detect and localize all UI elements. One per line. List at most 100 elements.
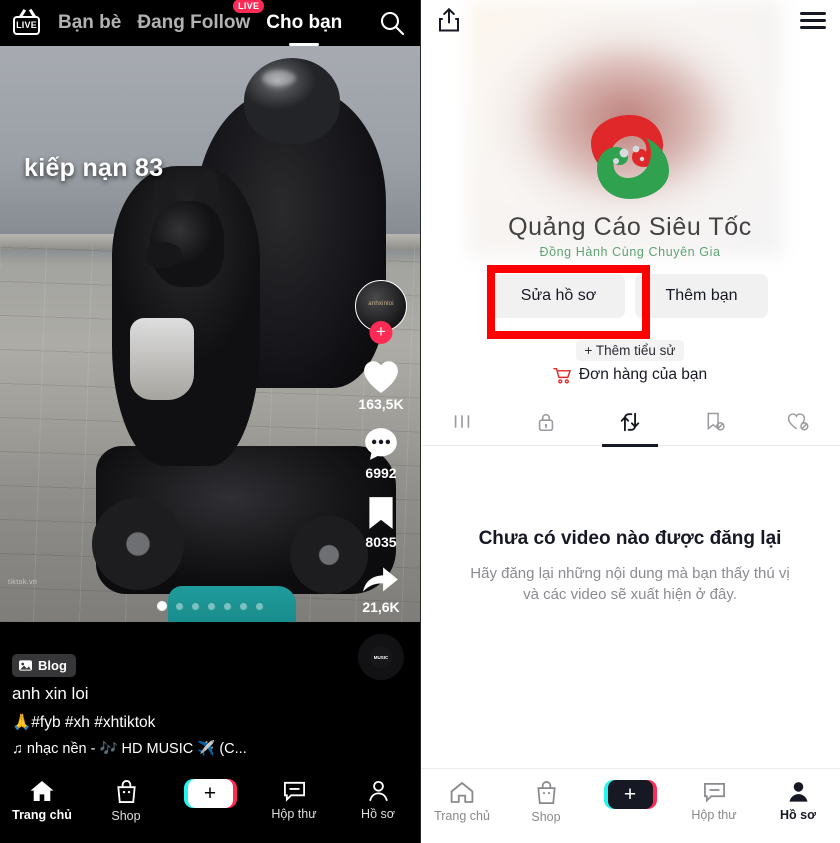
- bottom-nav-right: Trang chủ Shop + Hộp thư Hồ sơ: [420, 768, 840, 843]
- comment-button[interactable]: 6992: [362, 425, 400, 481]
- nav-item-profile-label: Hồ sơ: [780, 808, 816, 822]
- person-icon: [368, 780, 388, 801]
- carousel-dot: [192, 602, 199, 610]
- your-orders-label: Đơn hàng của bạn: [578, 366, 708, 383]
- nav-item-profile-label: Hồ sơ: [361, 807, 395, 821]
- like-count: 163,5K: [358, 396, 404, 412]
- nav-item-shop-label: Shop: [531, 810, 561, 824]
- feed-tab-friends[interactable]: Bạn bè: [58, 12, 121, 34]
- edit-profile-button[interactable]: Sửa hồ sơ: [492, 274, 625, 318]
- tiktok-profile-screen: Quảng Cáo Siêu Tốc Đồng Hành Cùng Chuyên…: [420, 0, 840, 843]
- video-tiny-watermark: tiktok.vn: [8, 579, 38, 586]
- hamburger-menu-icon[interactable]: [800, 12, 826, 29]
- feed-tab-foryou[interactable]: Cho bạn: [266, 12, 342, 34]
- home-icon: [30, 781, 54, 801]
- empty-state-title: Chưa có video nào được đăng lại: [478, 528, 782, 549]
- share-button[interactable]: 21,6K: [361, 563, 401, 615]
- carousel-dot: [176, 602, 183, 610]
- feed-tab-friends-label: Bạn bè: [58, 12, 122, 33]
- nav-item-home[interactable]: Trang chủ: [0, 779, 84, 822]
- tab-private[interactable]: [504, 398, 588, 446]
- feed-tab-list: Bạn bè Đang Follow LIVE Cho bạn: [58, 0, 342, 34]
- profile-action-buttons: Sửa hồ sơ Thêm bạn: [420, 274, 840, 318]
- video-rider-helmet: [244, 58, 340, 144]
- empty-state-subtitle: Hãy đăng lại những nội dung mà bạn thấy …: [470, 565, 790, 604]
- video-caption: Blog anh xin loi 🙏#fyb #xh #xhtiktok ♫ n…: [12, 654, 338, 757]
- video-scooter-front-wheel: [92, 498, 184, 590]
- nav-item-profile[interactable]: Hồ sơ: [756, 780, 840, 822]
- photo-icon: [19, 660, 32, 671]
- video-helmet-highlight: [262, 70, 296, 86]
- like-button[interactable]: 163,5K: [358, 358, 404, 412]
- nav-item-home[interactable]: Trang chủ: [420, 780, 504, 823]
- music-disc-label: MUSIC: [370, 646, 392, 668]
- carousel-dot: [157, 601, 167, 611]
- nav-item-create[interactable]: +: [168, 779, 252, 808]
- avatar-label: anhxinloi: [368, 301, 394, 307]
- carousel-dot: [224, 602, 231, 610]
- nav-item-shop[interactable]: Shop: [504, 780, 588, 824]
- caption-music[interactable]: ♫ nhạc nền - 🎶 HD MUSIC ✈️ (C...: [12, 740, 338, 757]
- panel-divider: [420, 0, 421, 843]
- bookmark-off-icon: [707, 412, 725, 431]
- nav-item-shop[interactable]: Shop: [84, 779, 168, 823]
- live-icon-label: LIVE: [16, 20, 37, 30]
- lock-private-icon: [538, 413, 554, 431]
- screenshot-root: LIVE Bạn bè Đang Follow LIVE Cho bạn kiế…: [0, 0, 840, 843]
- caption-hashtags[interactable]: 🙏#fyb #xh #xhtiktok: [12, 713, 338, 732]
- person-icon: [788, 782, 808, 802]
- bookmark-count: 8035: [365, 534, 397, 550]
- home-icon: [450, 782, 474, 803]
- follow-button[interactable]: +: [369, 321, 393, 344]
- cart-icon: [553, 367, 571, 383]
- bookmark-icon: [369, 497, 393, 529]
- search-icon[interactable]: [378, 9, 406, 37]
- bookmark-button[interactable]: 8035: [364, 494, 398, 550]
- your-orders-row[interactable]: Đơn hàng của bạn: [420, 366, 840, 384]
- tab-favorites[interactable]: [672, 398, 756, 446]
- video-dog-snout: [146, 242, 182, 268]
- add-bio-wrap: + Thêm tiểu sử: [420, 340, 840, 361]
- tab-posts[interactable]: [420, 398, 504, 446]
- bottom-nav-left: Trang chủ Shop + Hộp thư Hồ sơ: [0, 768, 420, 843]
- music-disc-icon[interactable]: MUSIC: [358, 634, 404, 680]
- nav-item-profile[interactable]: Hồ sơ: [336, 779, 420, 821]
- video-plastic-bag: [130, 318, 194, 400]
- create-plus-icon[interactable]: +: [603, 780, 657, 809]
- profile-tabs: [420, 398, 840, 446]
- nav-item-shop-label: Shop: [111, 809, 141, 823]
- shop-bag-icon: [536, 781, 556, 804]
- video-action-rail: anhxinloi + 163,5K 6992 8035 21,6K MUSIC: [350, 280, 412, 680]
- inbox-icon: [703, 782, 725, 803]
- tab-reposts[interactable]: [588, 398, 672, 446]
- nav-item-inbox[interactable]: Hộp thư: [252, 779, 336, 821]
- video-overlay-text: kiếp nạn 83: [24, 154, 164, 182]
- feed-tab-following-label: Đang Follow: [137, 12, 251, 33]
- add-friend-button[interactable]: Thêm bạn: [635, 274, 768, 318]
- feed-tab-following[interactable]: Đang Follow LIVE: [137, 0, 265, 34]
- heart-off-icon: [787, 413, 809, 431]
- live-tv-icon[interactable]: LIVE: [10, 8, 44, 37]
- carousel-dot: [208, 602, 215, 610]
- nav-item-inbox[interactable]: Hộp thư: [672, 780, 756, 822]
- empty-state: Chưa có video nào được đăng lại Hãy đăng…: [420, 528, 840, 606]
- blog-badge-label: Blog: [38, 658, 67, 673]
- blog-badge[interactable]: Blog: [12, 654, 76, 677]
- share-count: 21,6K: [362, 599, 400, 615]
- share-icon[interactable]: [436, 7, 462, 33]
- tiktok-feed-screen: LIVE Bạn bè Đang Follow LIVE Cho bạn kiế…: [0, 0, 420, 843]
- profile-header-bar: [420, 0, 840, 40]
- comment-count: 6992: [365, 465, 397, 481]
- add-bio-button[interactable]: + Thêm tiểu sử: [575, 340, 685, 361]
- tab-liked[interactable]: [756, 398, 840, 446]
- carousel-dot: [256, 602, 263, 610]
- comment-icon: [365, 428, 397, 460]
- nav-item-inbox-label: Hộp thư: [271, 807, 317, 821]
- feed-header: LIVE Bạn bè Đang Follow LIVE Cho bạn: [0, 0, 420, 46]
- heart-icon: [364, 361, 398, 393]
- inbox-icon: [283, 781, 305, 802]
- create-plus-icon[interactable]: +: [183, 779, 237, 808]
- author-avatar-wrap[interactable]: anhxinloi +: [355, 280, 407, 344]
- caption-title: anh xin loi: [12, 684, 89, 703]
- nav-item-create[interactable]: +: [588, 780, 672, 809]
